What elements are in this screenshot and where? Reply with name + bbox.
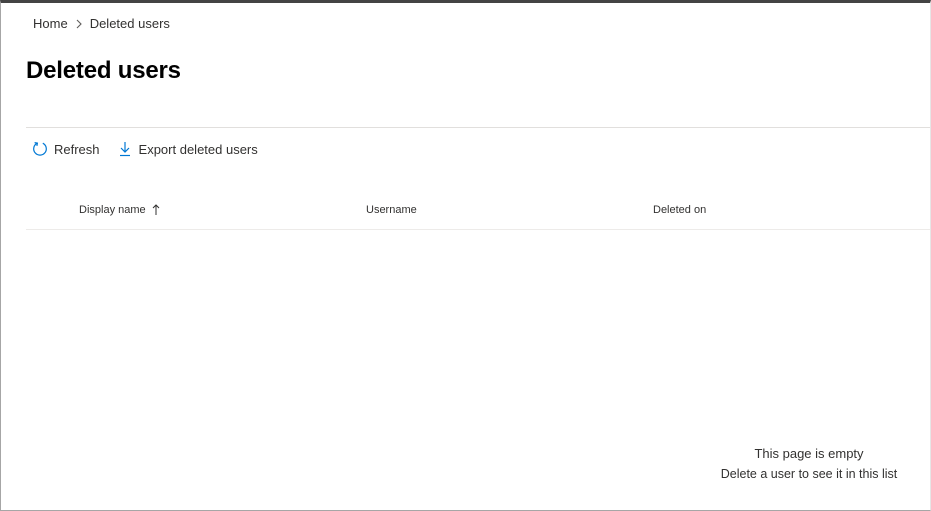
table-header: Display name Username Deleted on: [26, 199, 930, 230]
download-icon: [116, 140, 134, 158]
breadcrumb-current: Deleted users: [89, 16, 170, 31]
page-title: Deleted users: [26, 57, 181, 84]
empty-state: This page is empty Delete a user to see …: [709, 446, 909, 481]
divider: [26, 127, 930, 128]
export-deleted-users-button[interactable]: Export deleted users: [116, 139, 258, 159]
empty-state-message: Delete a user to see it in this list: [720, 467, 898, 481]
column-header-display-name[interactable]: Display name: [79, 204, 160, 216]
column-label: Username: [366, 204, 417, 216]
chevron-right-icon: [68, 19, 90, 29]
breadcrumb: Home Deleted users: [33, 16, 170, 31]
export-label: Export deleted users: [138, 141, 258, 157]
column-header-username[interactable]: Username: [366, 204, 417, 216]
empty-state-title: This page is empty: [754, 446, 864, 461]
sort-ascending-icon: [152, 204, 160, 216]
column-label: Deleted on: [653, 204, 707, 216]
refresh-button[interactable]: Refresh: [31, 139, 100, 159]
column-header-deleted-on[interactable]: Deleted on: [653, 204, 706, 216]
column-label: Display name: [79, 204, 146, 216]
refresh-label: Refresh: [54, 141, 100, 157]
breadcrumb-home[interactable]: Home: [33, 16, 68, 31]
refresh-icon: [31, 140, 49, 158]
app-window: Home Deleted users Deleted users Refresh: [0, 0, 931, 511]
toolbar: Refresh Export deleted users: [31, 139, 274, 159]
